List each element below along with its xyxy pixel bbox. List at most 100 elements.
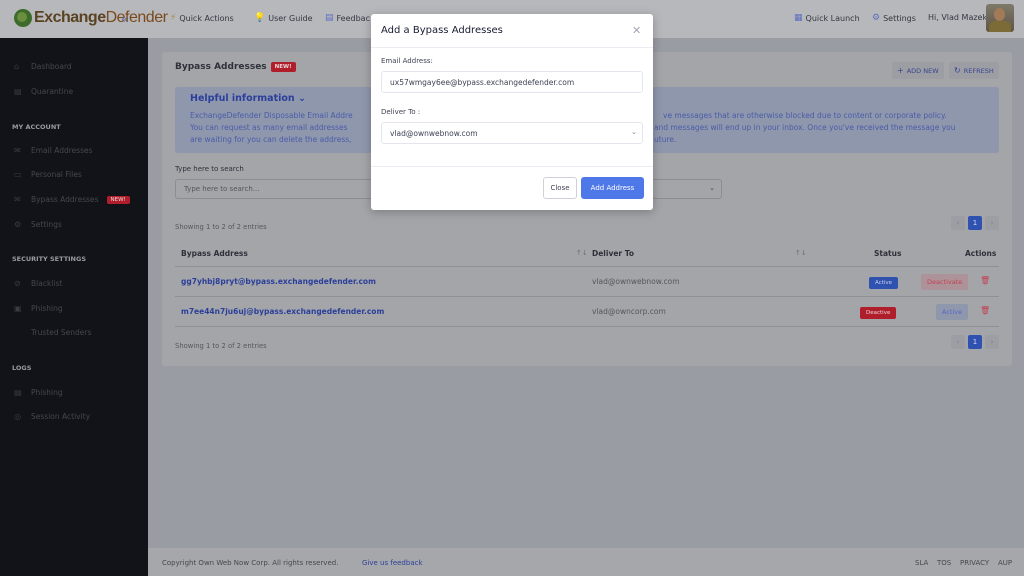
sidebar-item-label: Quarantine (31, 87, 74, 96)
deactivate-button[interactable]: Deactivate (921, 274, 969, 290)
privacy-link[interactable]: PRIVACY (960, 559, 989, 567)
sidebar-item-label: Phishing (31, 388, 63, 397)
prev-page-button[interactable]: ‹ (951, 216, 965, 230)
sort-icon[interactable]: ↑↓ (795, 249, 807, 257)
globe-logo-icon (14, 9, 32, 27)
close-button[interactable]: Close (543, 177, 577, 199)
page-button[interactable]: 1 (968, 335, 982, 349)
trash-icon[interactable]: 🗑 (980, 276, 990, 285)
sidebar-item-settings[interactable]: ⚙ Settings (14, 220, 62, 229)
sidebar-item-logs-phishing[interactable]: ▤ Phishing (14, 388, 63, 397)
sort-icon[interactable]: ↑↓ (576, 249, 588, 257)
refresh-icon: ↻ (954, 66, 961, 75)
sidebar-item-personal-files[interactable]: ▭ Personal Files (14, 170, 82, 179)
deliver-to-label: Deliver To : (381, 108, 421, 116)
sidebar-item-trusted-senders[interactable]: Trusted Senders (14, 328, 91, 337)
sidebar-item-label: Bypass Addresses (31, 195, 99, 204)
logo-main-text: Exchange (34, 9, 106, 26)
next-page-button[interactable]: › (985, 335, 999, 349)
refresh-button[interactable]: ↻ REFRESH (949, 62, 999, 79)
add-address-button[interactable]: Add Address (581, 177, 644, 199)
logo-accent-text: Defender (105, 9, 168, 26)
aup-link[interactable]: AUP (998, 559, 1012, 567)
sidebar-item-label: Trusted Senders (31, 328, 92, 337)
section-heading-my-account: MY ACCOUNT (12, 123, 61, 131)
chat-icon: ▤ (325, 13, 334, 23)
lightbulb-icon: 💡 (254, 13, 266, 23)
settings-menu[interactable]: ⚙ Settings (872, 13, 916, 23)
page-button[interactable]: 1 (968, 216, 982, 230)
activity-icon: ◎ (14, 412, 21, 421)
sidebar-item-dashboard[interactable]: ⌂ Dashboard (14, 62, 72, 71)
sidebar-item-label: Personal Files (31, 170, 82, 179)
info-text: uture. (654, 135, 677, 144)
apps-icon: ▦ (794, 13, 803, 23)
sidebar-item-label: Phishing (31, 304, 63, 313)
pagination-top: ‹ 1 › (948, 216, 999, 230)
info-text: ExchangeDefender Disposable Email Addre (190, 111, 353, 120)
feedback-label: Feedbac (336, 13, 370, 23)
sidebar-item-quarantine[interactable]: ▤ Quarantine (14, 87, 73, 96)
home-icon: ⌂ (14, 62, 20, 71)
quick-actions-menu[interactable]: ⚡ Quick Actions (170, 13, 234, 23)
trash-icon[interactable]: 🗑 (980, 306, 990, 315)
email-address-input[interactable]: ux57wmgay6ee@bypass.exchangedefender.com (381, 71, 643, 93)
feedback-link[interactable]: ▤ Feedbac (325, 13, 370, 23)
gear-icon: ⚙ (872, 13, 881, 23)
column-header-deliver-to[interactable]: Deliver To (592, 249, 634, 258)
search-label: Type here to search (175, 165, 244, 173)
chevron-down-icon: ⌄ (631, 128, 637, 136)
avatar[interactable] (986, 4, 1014, 32)
table-row-address[interactable]: gg7yhbj8pryt@bypass.exchangedefender.com (181, 277, 376, 286)
column-header-bypass-address[interactable]: Bypass Address (181, 249, 248, 258)
user-greeting[interactable]: Hi, Vlad Mazek (928, 13, 987, 22)
activate-button[interactable]: Active (936, 304, 969, 320)
pagination-bottom: ‹ 1 › (948, 335, 999, 349)
sidebar-item-bypass-addresses[interactable]: ✉ Bypass Addresses NEW! (14, 195, 130, 204)
copyright-text: Copyright Own Web Now Corp. All rights r… (162, 559, 339, 567)
add-new-button[interactable]: + ADD NEW (892, 62, 944, 79)
status-badge: Active (869, 277, 899, 289)
status-badge: Deactive (860, 307, 897, 319)
sidebar-item-label: Blacklist (31, 279, 63, 288)
table-row-deliver: vlad@owncorp.com (592, 307, 666, 316)
envelope-icon: ✉ (14, 195, 21, 204)
quick-launch-menu[interactable]: ▦ Quick Launch (794, 13, 860, 23)
table-row-deliver: vlad@ownwebnow.com (592, 277, 680, 286)
sidebar-item-label: Session Activity (31, 412, 91, 421)
chevrons-left-icon[interactable]: « (121, 12, 128, 26)
sidebar-item-label: Dashboard (31, 62, 72, 71)
search-input[interactable]: Type here to search... (175, 179, 385, 199)
hook-icon: ▣ (14, 304, 22, 313)
sidebar-item-email-addresses[interactable]: ✉ Email Addresses (14, 146, 93, 155)
sidebar-item-phishing[interactable]: ▣ Phishing (14, 304, 63, 313)
entries-info-bottom: Showing 1 to 2 of 2 entries (175, 342, 267, 350)
settings-label: Settings (883, 13, 916, 23)
info-title[interactable]: Helpful information ⌄ (190, 93, 306, 104)
exchangedefender-logo[interactable]: ExchangeDefender (14, 6, 168, 30)
sidebar-item-blacklist[interactable]: ⊘ Blacklist (14, 279, 62, 288)
document-icon: ▤ (14, 388, 22, 397)
info-text: You can request as many email addresses (190, 123, 348, 132)
info-text: are waiting for you can delete the addre… (190, 135, 352, 144)
user-guide-link[interactable]: 💡 User Guide (254, 13, 313, 23)
section-heading-logs: LOGS (12, 364, 32, 372)
plus-icon: + (897, 66, 904, 75)
inbox-icon: ▤ (14, 87, 22, 96)
gear-icon: ⚙ (14, 220, 22, 229)
next-page-button[interactable]: › (985, 216, 999, 230)
modal-title: Add a Bypass Addresses (381, 25, 503, 36)
tos-link[interactable]: TOS (937, 559, 951, 567)
greeting-label: Hi, Vlad Mazek (928, 13, 988, 22)
table-row-address[interactable]: m7ee44n7ju6uj@bypass.exchangedefender.co… (181, 307, 384, 316)
sidebar-item-session-activity[interactable]: ◎ Session Activity (14, 412, 90, 421)
feedback-footer-link[interactable]: Give us feedback (362, 559, 423, 567)
sidebar-item-label: Email Addresses (31, 146, 93, 155)
deliver-to-select[interactable]: vlad@ownwebnow.com (381, 122, 643, 144)
sla-link[interactable]: SLA (915, 559, 928, 567)
prev-page-button[interactable]: ‹ (951, 335, 965, 349)
close-icon[interactable]: ✕ (632, 24, 641, 37)
filter-select[interactable]: ⌄ (652, 179, 722, 199)
lightning-icon: ⚡ (170, 13, 177, 23)
sidebar-item-label: Settings (31, 220, 62, 229)
